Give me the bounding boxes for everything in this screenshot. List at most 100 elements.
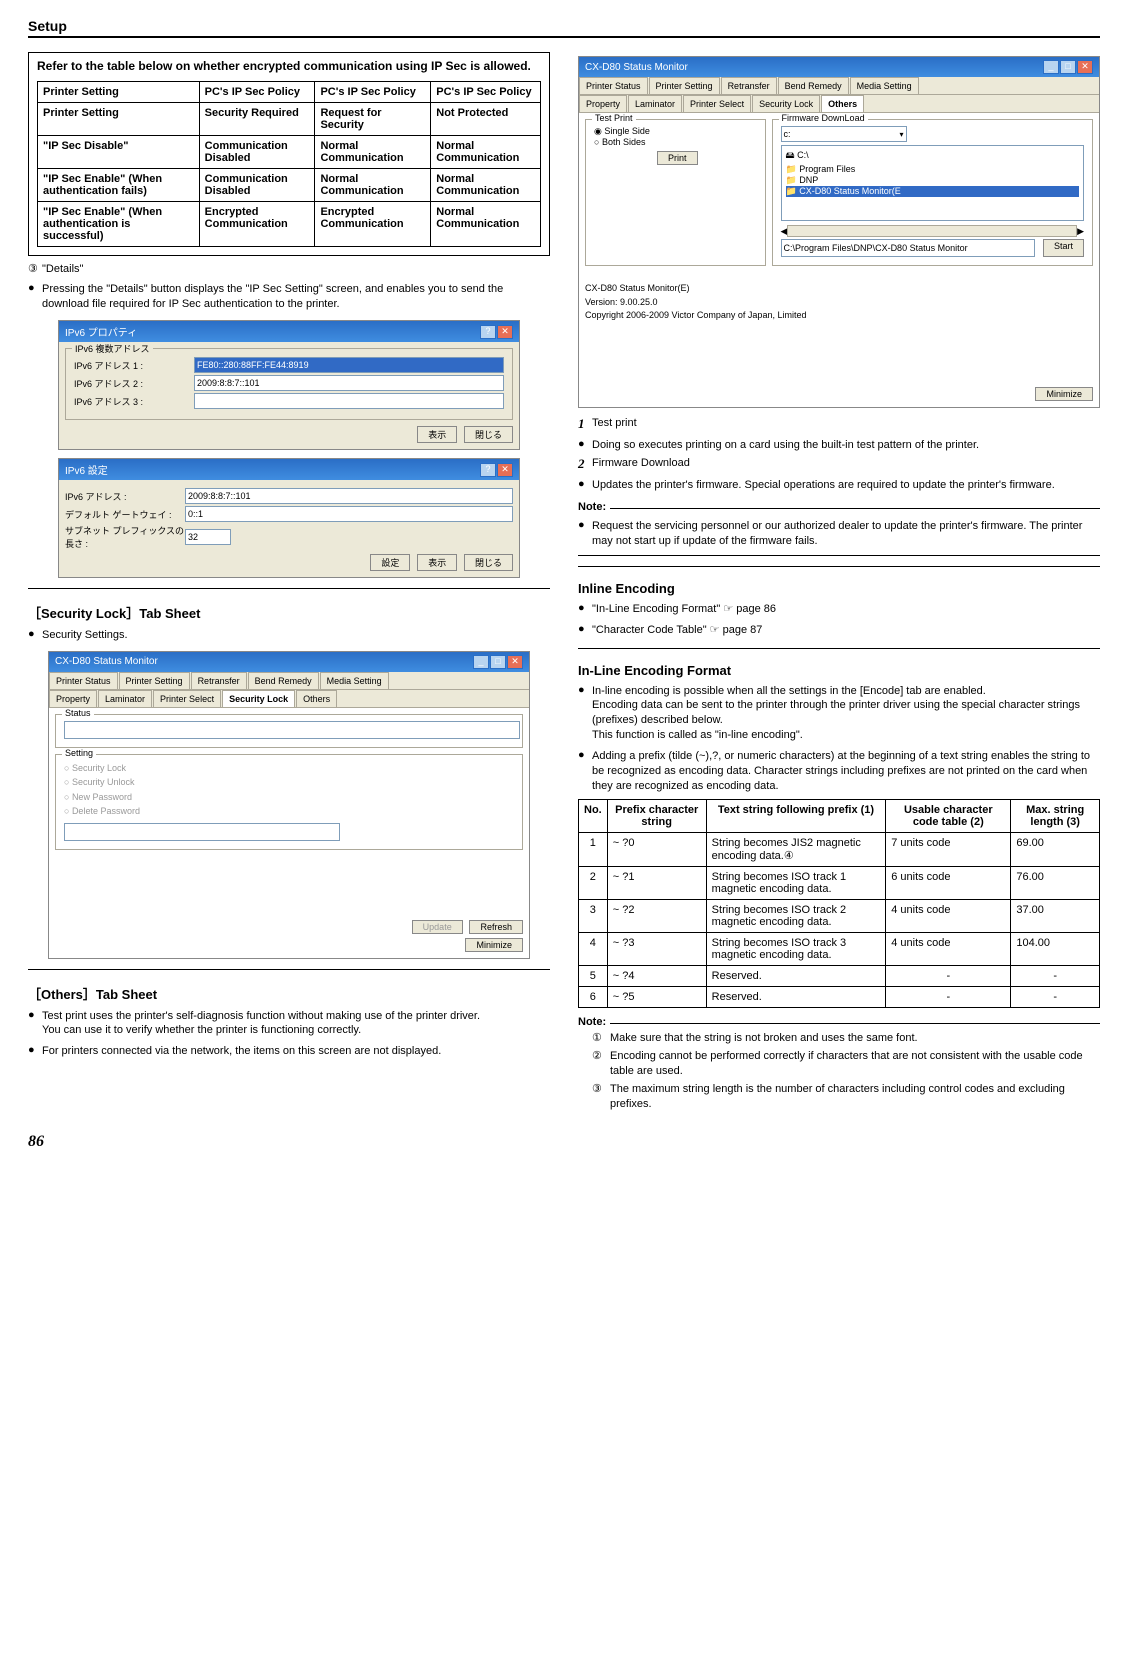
enc-td: ~ ?5 bbox=[607, 987, 706, 1008]
enc-td: - bbox=[886, 966, 1011, 987]
tab-media-setting[interactable]: Media Setting bbox=[320, 672, 389, 689]
radio-delete-password[interactable]: ○ Delete Password bbox=[64, 804, 514, 818]
ipsec-th: Printer Setting bbox=[38, 81, 200, 102]
tab-printer-setting[interactable]: Printer Setting bbox=[649, 77, 720, 94]
note-item-text: Encoding cannot be performed correctly i… bbox=[610, 1049, 1100, 1079]
ipv6-address-1-input[interactable] bbox=[194, 357, 504, 373]
field-label: IPv6 アドレス 3 : bbox=[74, 395, 194, 408]
show-button[interactable]: 表示 bbox=[417, 554, 457, 571]
close-button[interactable]: 閉じる bbox=[464, 426, 513, 443]
tree-row[interactable]: 📁 Program Files bbox=[786, 164, 1079, 175]
ipv6-address-input[interactable] bbox=[185, 488, 513, 504]
tab-retransfer[interactable]: Retransfer bbox=[721, 77, 777, 94]
set-button[interactable]: 設定 bbox=[370, 554, 410, 571]
ipv6-address-3-input[interactable] bbox=[194, 393, 504, 409]
version-line-2: Version: 9.00.25.0 bbox=[585, 296, 1093, 310]
bullet-icon: ● bbox=[28, 628, 42, 643]
ipsec-td: Not Protected bbox=[431, 102, 541, 135]
tab-printer-select[interactable]: Printer Select bbox=[153, 690, 221, 707]
version-line-3: Copyright 2006-2009 Victor Company of Ja… bbox=[585, 309, 1093, 323]
tab-others[interactable]: Others bbox=[821, 95, 864, 112]
setting-legend: Setting bbox=[62, 748, 96, 758]
tab-printer-select[interactable]: Printer Select bbox=[683, 95, 751, 112]
tab-media-setting[interactable]: Media Setting bbox=[850, 77, 919, 94]
maximize-icon[interactable]: □ bbox=[490, 655, 506, 669]
enc-td: - bbox=[1011, 987, 1100, 1008]
tab-printer-setting[interactable]: Printer Setting bbox=[119, 672, 190, 689]
field-label: デフォルト ゲートウェイ : bbox=[65, 508, 185, 521]
minimize-icon[interactable]: _ bbox=[473, 655, 489, 669]
password-field[interactable] bbox=[64, 823, 340, 841]
note-rule bbox=[610, 508, 1100, 509]
tab-property[interactable]: Property bbox=[49, 690, 97, 707]
close-icon[interactable]: ✕ bbox=[507, 655, 523, 669]
note-text: Request the servicing personnel or our a… bbox=[592, 519, 1100, 549]
enc-th: Usable character code table (2) bbox=[886, 800, 1011, 833]
tab-bend-remedy[interactable]: Bend Remedy bbox=[778, 77, 849, 94]
enc-td: Reserved. bbox=[706, 987, 886, 1008]
bullet-icon: ● bbox=[578, 602, 592, 617]
tab-others[interactable]: Others bbox=[296, 690, 337, 707]
circled-number: ② bbox=[592, 1049, 610, 1079]
help-icon[interactable]: ? bbox=[480, 463, 496, 477]
enc-td: 3 bbox=[579, 900, 608, 933]
tab-security-lock[interactable]: Security Lock bbox=[752, 95, 820, 112]
enc-td: 4 units code bbox=[886, 933, 1011, 966]
drive-select[interactable]: c:▾ bbox=[781, 126, 907, 142]
tab-printer-status[interactable]: Printer Status bbox=[49, 672, 118, 689]
help-icon[interactable]: ? bbox=[480, 325, 496, 339]
subnet-prefix-input[interactable] bbox=[185, 529, 231, 545]
radio-both-sides[interactable]: ○ Both Sides bbox=[594, 137, 757, 147]
radio-single-side[interactable]: ◉ Single Side bbox=[594, 126, 757, 137]
divider bbox=[28, 588, 550, 589]
minimize-button[interactable]: Minimize bbox=[1035, 387, 1093, 401]
tree-row[interactable]: 📁 DNP bbox=[786, 175, 1079, 186]
field-label: IPv6 アドレス 1 : bbox=[74, 359, 194, 372]
close-icon[interactable]: ✕ bbox=[497, 463, 513, 477]
path-field[interactable] bbox=[781, 239, 1035, 257]
close-icon[interactable]: ✕ bbox=[1077, 60, 1093, 74]
tab-property[interactable]: Property bbox=[579, 95, 627, 112]
ipsec-table: Printer Setting PC's IP Sec Policy PC's … bbox=[37, 81, 541, 247]
ipsec-td: Request for Security bbox=[315, 102, 431, 135]
start-button[interactable]: Start bbox=[1043, 239, 1084, 257]
tab-printer-status[interactable]: Printer Status bbox=[579, 77, 648, 94]
ipsec-td: Communication Disabled bbox=[199, 168, 315, 201]
refresh-button[interactable]: Refresh bbox=[469, 920, 523, 934]
divider bbox=[578, 566, 1100, 567]
window-buttons: ?✕ bbox=[479, 463, 513, 477]
ipsec-box-title: Refer to the table below on whether encr… bbox=[37, 59, 541, 75]
tab-retransfer[interactable]: Retransfer bbox=[191, 672, 247, 689]
bullet-icon: ● bbox=[578, 519, 592, 549]
radio-new-password[interactable]: ○ New Password bbox=[64, 790, 514, 804]
print-button[interactable]: Print bbox=[657, 151, 698, 165]
step-text: Updates the printer's firmware. Special … bbox=[592, 478, 1100, 493]
ipsec-td: "IP Sec Disable" bbox=[38, 135, 200, 168]
tree-row-selected[interactable]: 📁 CX-D80 Status Monitor(E bbox=[786, 186, 1079, 197]
close-icon[interactable]: ✕ bbox=[497, 325, 513, 339]
maximize-icon[interactable]: □ bbox=[1060, 60, 1076, 74]
bullet-icon: ● bbox=[578, 684, 592, 743]
tab-security-lock[interactable]: Security Lock bbox=[222, 690, 295, 707]
tab-bend-remedy[interactable]: Bend Remedy bbox=[248, 672, 319, 689]
show-button[interactable]: 表示 bbox=[417, 426, 457, 443]
fieldset-legend: IPv6 複数アドレス bbox=[72, 342, 153, 355]
minimize-button[interactable]: Minimize bbox=[465, 938, 523, 952]
close-button[interactable]: 閉じる bbox=[464, 554, 513, 571]
radio-security-lock[interactable]: ○ Security Lock bbox=[64, 761, 514, 775]
ipsec-td: Communication Disabled bbox=[199, 135, 315, 168]
enc-td: 4 bbox=[579, 933, 608, 966]
update-button[interactable]: Update bbox=[412, 920, 463, 934]
radio-security-unlock[interactable]: ○ Security Unlock bbox=[64, 775, 514, 789]
default-gateway-input[interactable] bbox=[185, 506, 513, 522]
tree-row[interactable]: 🖴 C:\ bbox=[786, 148, 1079, 164]
ipv6-address-2-input[interactable] bbox=[194, 375, 504, 391]
minimize-icon[interactable]: _ bbox=[1043, 60, 1059, 74]
circled-number-3: ③ bbox=[28, 262, 42, 277]
circled-number: ① bbox=[592, 1031, 610, 1046]
enc-td: String becomes ISO track 1 magnetic enco… bbox=[706, 867, 886, 900]
tab-laminator[interactable]: Laminator bbox=[98, 690, 152, 707]
tab-laminator[interactable]: Laminator bbox=[628, 95, 682, 112]
enc-td: 6 units code bbox=[886, 867, 1011, 900]
folder-tree[interactable]: 🖴 C:\ 📁 Program Files 📁 DNP 📁 CX-D80 Sta… bbox=[781, 145, 1084, 221]
